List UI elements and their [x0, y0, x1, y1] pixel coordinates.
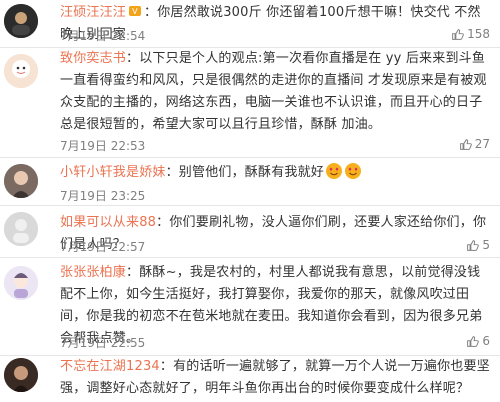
- avatar[interactable]: [4, 4, 38, 38]
- comment-list: 汪硕汪汪汪 V ：你居然敢说300斤 你还留着100斤想干嘛！快交代 不然晚上别回家…: [0, 0, 500, 402]
- thumbs-up-icon: [467, 335, 480, 347]
- like-button[interactable]: 158: [451, 27, 490, 41]
- comment-username[interactable]: 张张张柏康: [60, 265, 126, 280]
- comment-item: 张张张柏康：酥酥~，我是农村的，村里人都说我有意思，以前觉得没钱配不上你，如今生…: [0, 258, 500, 354]
- user-avatar-icon: [4, 54, 38, 88]
- comment-body: 小轩小轩我是娇妹：别管他们，酥酥有我就好: [60, 162, 492, 184]
- avatar[interactable]: [4, 54, 38, 88]
- comment-username[interactable]: 汪硕汪汪汪: [60, 5, 126, 20]
- comment-text: ：别管他们，酥酥有我就好: [165, 165, 325, 180]
- comment-time: 7月19日 22:57: [60, 240, 146, 254]
- comment-username[interactable]: 小轩小轩我是娇妹: [60, 165, 166, 180]
- comment-time: 7月19日 22:54: [60, 29, 146, 43]
- comment-time: 7月19日 22:53: [60, 139, 146, 153]
- comment-item: 如果可以从来88：你们要刷礼物，没人逼你们刷，还要人家还给你们，你们是人吗？ 7…: [0, 206, 500, 256]
- avatar[interactable]: [4, 358, 38, 392]
- comment-item: 小轩小轩我是娇妹：别管他们，酥酥有我就好 7月19日 23:25: [0, 158, 500, 204]
- thumbs-up-icon: [467, 239, 480, 251]
- heart-eyes-emoji-icon: [326, 163, 343, 179]
- like-count: 27: [474, 137, 490, 151]
- avatar[interactable]: [4, 212, 38, 246]
- like-count: 6: [482, 334, 490, 348]
- user-avatar-icon: [4, 358, 38, 392]
- user-avatar-icon: [4, 4, 38, 38]
- comment-time: 7月19日 22:55: [60, 336, 146, 350]
- svg-text:V: V: [132, 7, 138, 16]
- comment-time: 7月19日 23:25: [60, 189, 146, 203]
- comment-body: 不忘在江湖1234：有的话听一遍就够了，就算一万个人说一万遍你也要坚强，调整好心…: [60, 356, 492, 400]
- comment-item: 汪硕汪汪汪 V ：你居然敢说300斤 你还留着100斤想干嘛！快交代 不然晚上别回家…: [0, 0, 500, 47]
- like-button[interactable]: 27: [459, 137, 490, 151]
- avatar[interactable]: [4, 266, 38, 300]
- like-button[interactable]: 6: [466, 334, 490, 348]
- comment-username[interactable]: 如果可以从来88: [60, 215, 156, 230]
- comment-item: 不忘在江湖1234：有的话听一遍就够了，就算一万个人说一万遍你也要坚强，调整好心…: [0, 356, 500, 402]
- user-avatar-icon: [4, 164, 38, 198]
- heart-eyes-emoji-icon: [345, 163, 362, 179]
- comment-username[interactable]: 不忘在江湖1234: [60, 359, 160, 374]
- avatar[interactable]: [4, 164, 38, 198]
- thumbs-up-icon: [459, 138, 472, 150]
- like-count: 158: [467, 27, 490, 41]
- comment-username[interactable]: 致你奕志书: [60, 51, 126, 66]
- like-button[interactable]: 5: [466, 238, 490, 252]
- like-count: 5: [482, 238, 490, 252]
- user-avatar-icon: [4, 212, 38, 246]
- user-avatar-icon: [4, 266, 38, 300]
- gold-badge-icon: V: [129, 6, 142, 16]
- comment-item: 致你奕志书：以下只是个人的观点:第一次看你直播是在 yy 后来来到斗鱼 一直看得…: [0, 48, 500, 156]
- comment-body: 致你奕志书：以下只是个人的观点:第一次看你直播是在 yy 后来来到斗鱼 一直看得…: [60, 48, 492, 136]
- thumbs-up-icon: [452, 28, 464, 40]
